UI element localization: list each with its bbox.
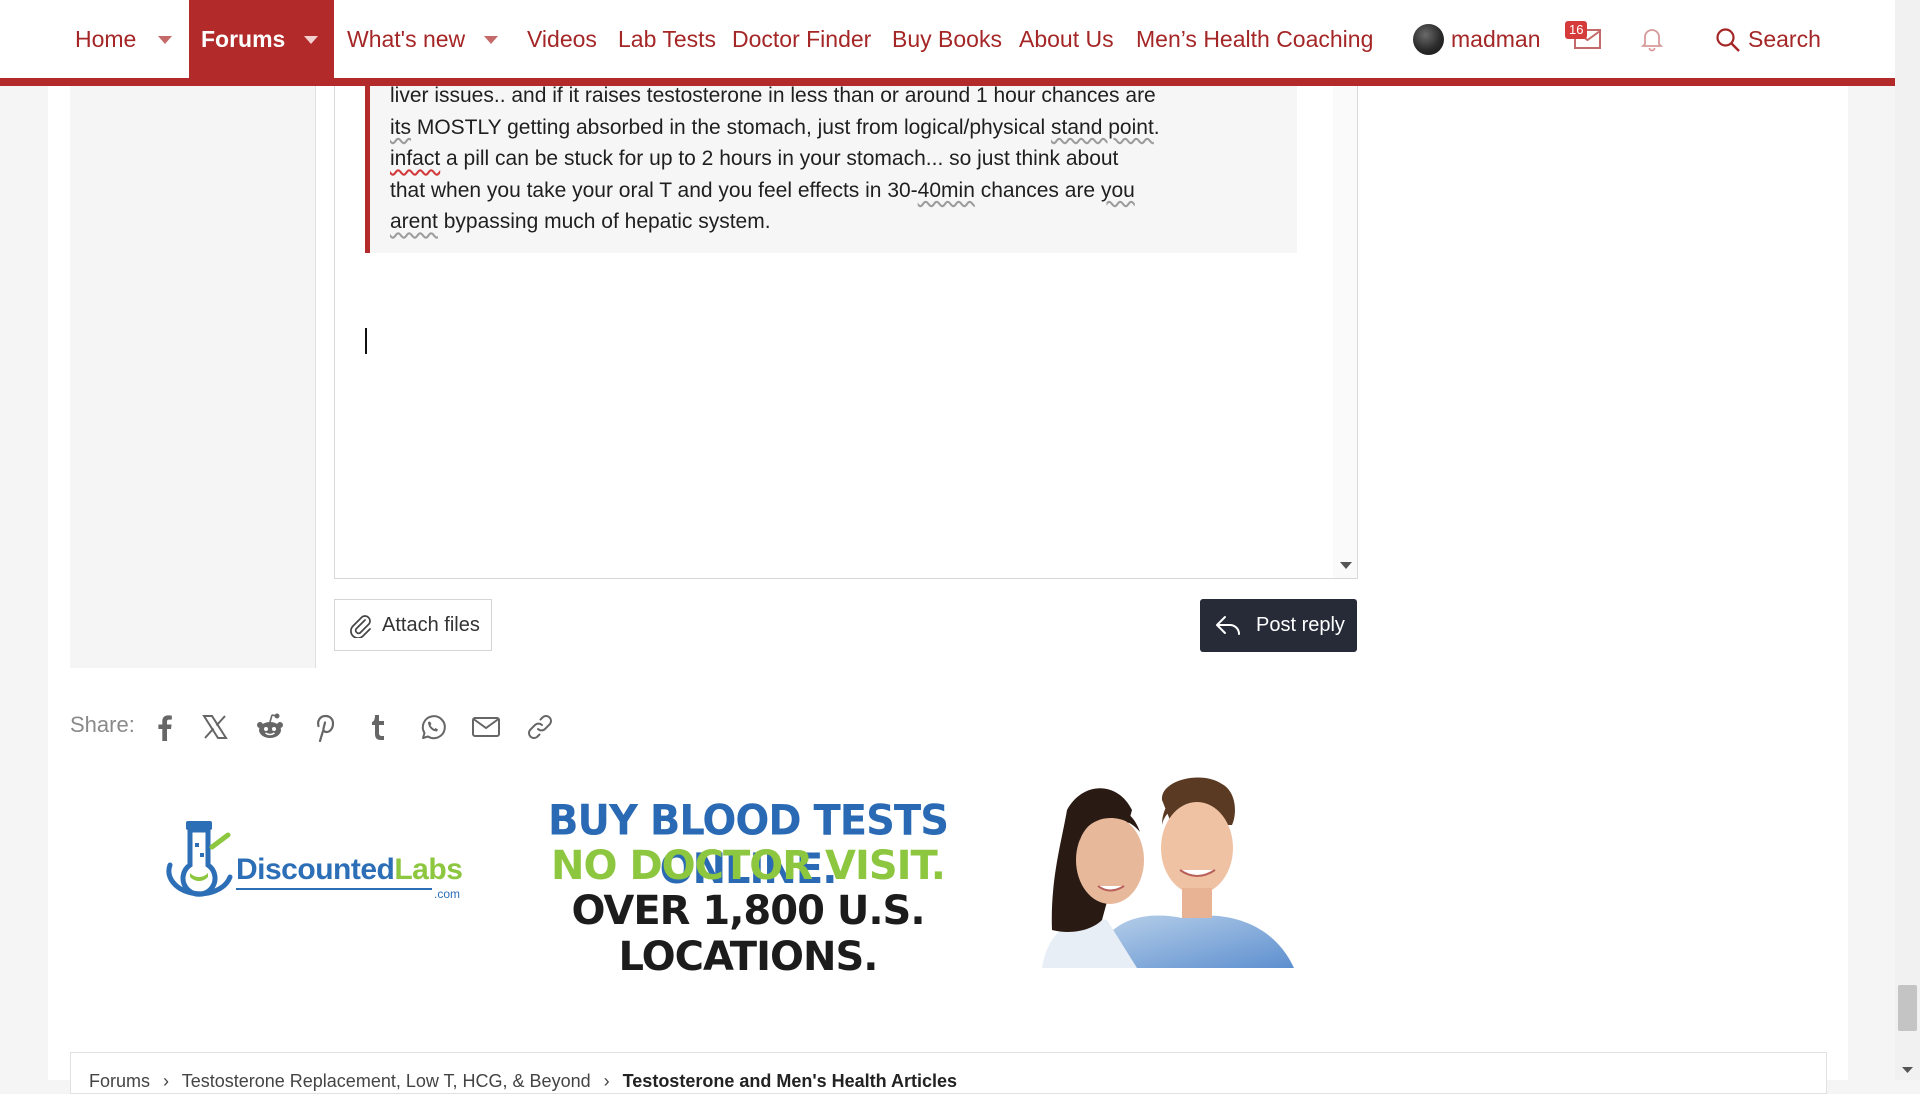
nav-home[interactable]: Home xyxy=(75,0,136,78)
ad-headline-2: NO DOCTOR VISIT. xyxy=(551,843,946,889)
quote-line: its MOSTLY getting absorbed in the stoma… xyxy=(390,115,1160,139)
whats-new-dropdown-icon[interactable] xyxy=(484,36,498,44)
nav-about-us[interactable]: About Us xyxy=(1019,0,1114,78)
scroll-down-arrow-icon[interactable] xyxy=(1340,562,1352,570)
nav-mens-health-coaching[interactable]: Men’s Health Coaching xyxy=(1136,0,1373,78)
nav-doctor-finder[interactable]: Doctor Finder xyxy=(732,0,871,78)
attach-files-button[interactable]: Attach files xyxy=(334,599,492,651)
editor-scrollbar[interactable] xyxy=(1333,78,1357,578)
x-twitter-icon[interactable] xyxy=(200,712,230,742)
paperclip-icon xyxy=(350,615,371,638)
breadcrumb-trt[interactable]: Testosterone Replacement, Low T, HCG, & … xyxy=(182,1071,591,1091)
nav-search[interactable]: Search xyxy=(1748,0,1821,78)
post-user-sidebar xyxy=(70,78,316,668)
breadcrumb-articles[interactable]: Testosterone and Men's Health Articles xyxy=(623,1071,957,1091)
email-share-icon[interactable] xyxy=(471,712,501,742)
lab-flask-logo-icon xyxy=(166,821,233,897)
nav-whats-new[interactable]: What's new xyxy=(347,0,465,78)
post-reply-label: Post reply xyxy=(1256,614,1345,636)
search-icon[interactable] xyxy=(1715,27,1741,53)
advertisement-banner[interactable]: DiscountedLabs .com BUY BLOOD TESTS ONLI… xyxy=(150,765,1300,980)
discountedlabs-logo-text: DiscountedLabs xyxy=(236,853,463,886)
smiling-couple-photo xyxy=(1032,770,1300,968)
inbox-count-badge: 16 xyxy=(1565,21,1588,39)
share-label: Share: xyxy=(70,712,135,737)
logo-domain-suffix: .com xyxy=(434,887,461,901)
quote-line: arent bypassing much of hepatic system. xyxy=(390,210,771,233)
tumblr-icon[interactable] xyxy=(363,712,393,742)
attach-files-label: Attach files xyxy=(382,614,480,636)
quoted-text-block: liver issues.. and if it raises testoste… xyxy=(365,66,1297,253)
reply-arrow-icon xyxy=(1216,616,1240,635)
window-scrollbar[interactable] xyxy=(1895,0,1920,1080)
nav-username[interactable]: madman xyxy=(1451,0,1540,78)
forums-dropdown-icon[interactable] xyxy=(304,36,318,44)
breadcrumb-forums[interactable]: Forums xyxy=(89,1071,150,1091)
whatsapp-icon[interactable] xyxy=(417,712,447,742)
top-navigation: Home Forums What's new Videos Lab Tests … xyxy=(0,0,1895,86)
nav-buy-books[interactable]: Buy Books xyxy=(892,0,1002,78)
quote-line: that when you take your oral T and you f… xyxy=(390,178,1135,202)
text-cursor xyxy=(365,328,367,354)
reddit-icon[interactable] xyxy=(255,712,285,742)
bell-icon[interactable] xyxy=(1640,26,1664,52)
home-dropdown-icon[interactable] xyxy=(158,36,172,44)
footer-breadcrumb: Forums › Testosterone Replacement, Low T… xyxy=(70,1052,1827,1094)
quote-line: infact a pill can be stuck for up to 2 h… xyxy=(390,147,1119,170)
copy-link-icon[interactable] xyxy=(525,712,555,742)
window-scrollbar-thumb[interactable] xyxy=(1898,985,1917,1031)
facebook-icon[interactable] xyxy=(150,712,180,742)
window-scroll-down-icon[interactable] xyxy=(1902,1067,1913,1074)
post-reply-button[interactable]: Post reply xyxy=(1200,599,1357,652)
nav-lab-tests[interactable]: Lab Tests xyxy=(618,0,716,78)
nav-videos[interactable]: Videos xyxy=(527,0,597,78)
ad-headline-3: OVER 1,800 U.S. LOCATIONS. xyxy=(571,888,925,980)
nav-forums-label: Forums xyxy=(201,26,286,52)
reply-editor[interactable]: liver issues.. and if it raises testoste… xyxy=(334,66,1358,579)
pinterest-icon[interactable] xyxy=(309,712,339,742)
user-avatar[interactable] xyxy=(1413,24,1444,55)
